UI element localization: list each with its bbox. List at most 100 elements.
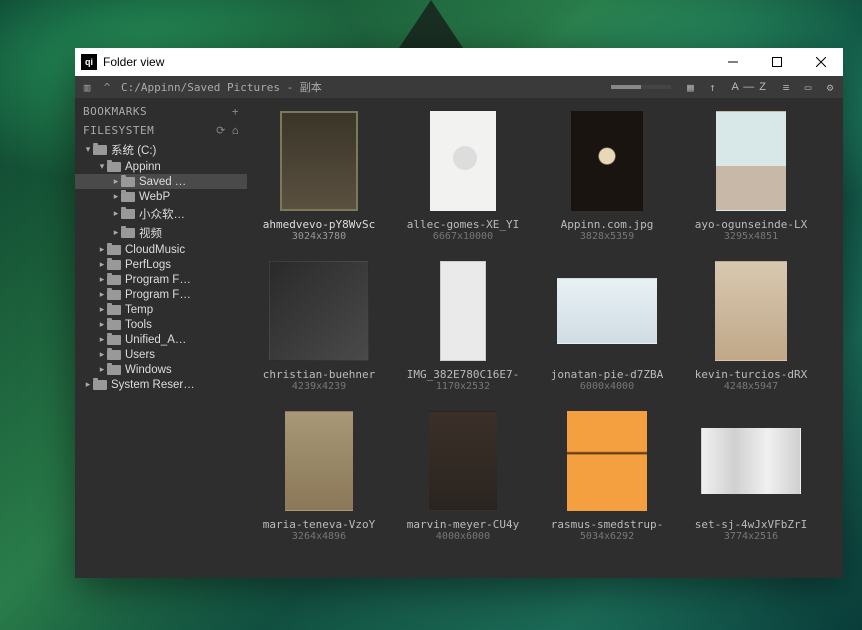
expand-arrow-icon[interactable]: ▸: [97, 334, 107, 345]
thumbnail-image: [429, 411, 497, 511]
sort-mode-label[interactable]: A — Z: [725, 81, 773, 93]
add-bookmark-icon[interactable]: +: [232, 105, 239, 118]
up-directory-icon[interactable]: ^: [99, 81, 115, 94]
thumbnail-item[interactable]: allec-gomes-XE_YI6667x10000: [399, 106, 527, 242]
sidebar-toggle-icon[interactable]: ▥: [79, 81, 95, 94]
folder-icon: [107, 320, 121, 330]
thumbnail-item[interactable]: rasmus-smedstrup-5034x6292: [543, 406, 671, 542]
tree-row[interactable]: ▸ WebP: [75, 189, 247, 204]
tree-row[interactable]: ▸Program F…: [75, 272, 247, 287]
expand-arrow-icon[interactable]: ▸: [111, 176, 121, 187]
file-dimensions: 3774x2516: [724, 531, 778, 542]
picture-icon[interactable]: ▭: [799, 81, 817, 94]
filter-icon[interactable]: ≡: [777, 81, 795, 94]
home-icon[interactable]: ⌂: [232, 124, 239, 137]
expand-arrow-icon[interactable]: ▸: [97, 319, 107, 330]
maximize-button[interactable]: [755, 48, 799, 76]
expand-arrow-icon[interactable]: ▸: [97, 244, 107, 255]
tree-item-label: WebP: [139, 191, 170, 203]
file-name: jonatan-pie-d7ZBA: [551, 368, 664, 381]
thumbnail-item[interactable]: ayo-ogunseinde-LX3295x4851: [687, 106, 815, 242]
expand-arrow-icon[interactable]: ▸: [97, 364, 107, 375]
file-dimensions: 1170x2532: [436, 381, 490, 392]
thumbnail-item[interactable]: Appinn.com.jpg3828x5359: [543, 106, 671, 242]
file-name: ayo-ogunseinde-LX: [695, 218, 808, 231]
thumbnail-item[interactable]: maria-teneva-VzoY3264x4896: [255, 406, 383, 542]
expand-arrow-icon[interactable]: ▾: [83, 144, 93, 155]
tree-item-label: Saved …: [139, 176, 186, 188]
file-dimensions: 3264x4896: [292, 531, 346, 542]
thumbnail-item[interactable]: set-sj-4wJxVFbZrI3774x2516: [687, 406, 815, 542]
expand-arrow-icon[interactable]: ▸: [111, 208, 121, 219]
thumbnail-grid: ahmedvevo-pY8WvSc3024x3780allec-gomes-XE…: [255, 106, 835, 542]
tree-item-label: PerfLogs: [125, 259, 171, 271]
tree-row[interactable]: ▸Unified_A…: [75, 332, 247, 347]
close-icon: [816, 57, 826, 67]
file-name: marvin-meyer-CU4y: [407, 518, 520, 531]
expand-arrow-icon[interactable]: ▸: [97, 259, 107, 270]
file-name: Appinn.com.jpg: [561, 218, 654, 231]
expand-arrow-icon[interactable]: ▾: [97, 161, 107, 172]
thumbnail-item[interactable]: ahmedvevo-pY8WvSc3024x3780: [255, 106, 383, 242]
thumbnail-item[interactable]: marvin-meyer-CU4y4000x6000: [399, 406, 527, 542]
tree-row[interactable]: ▾Appinn: [75, 159, 247, 174]
current-path[interactable]: C:/Appinn/Saved Pictures - 副本: [121, 79, 322, 95]
tree-row[interactable]: ▸CloudMusic: [75, 242, 247, 257]
expand-arrow-icon[interactable]: ▸: [97, 304, 107, 315]
file-dimensions: 6667x10000: [433, 231, 493, 242]
thumbnail-pane[interactable]: ahmedvevo-pY8WvSc3024x3780allec-gomes-XE…: [247, 98, 843, 578]
tree-row[interactable]: ▸ Users: [75, 347, 247, 362]
thumbnail-image: [285, 411, 353, 511]
expand-arrow-icon[interactable]: ▸: [111, 227, 121, 238]
tree-row[interactable]: ▸Program F…: [75, 287, 247, 302]
filesystem-header[interactable]: FILESYSTEM ⟳ ⌂: [75, 121, 247, 140]
minimize-icon: [728, 57, 738, 67]
tree-row[interactable]: ▸ Temp: [75, 302, 247, 317]
file-dimensions: 4239x4239: [292, 381, 346, 392]
expand-arrow-icon[interactable]: ▸: [111, 191, 121, 202]
thumbnail-item[interactable]: jonatan-pie-d7ZBA6000x4000: [543, 256, 671, 392]
tree-row[interactable]: ▸小众软…: [75, 204, 247, 223]
tree-row[interactable]: ▸System Reser…: [75, 377, 247, 392]
folder-icon: [121, 209, 135, 219]
thumbnail-image: [701, 428, 801, 494]
tree-item-label: Users: [125, 349, 155, 361]
file-name: christian-buehner: [263, 368, 376, 381]
expand-arrow-icon[interactable]: ▸: [83, 379, 93, 390]
thumbnail-item[interactable]: IMG_382E780C16E7-1170x2532: [399, 256, 527, 392]
titlebar[interactable]: qi Folder view: [75, 48, 843, 76]
path-bar: ▥ ^ C:/Appinn/Saved Pictures - 副本 ▦ ↑ A …: [75, 76, 843, 98]
thumbnail-item[interactable]: kevin-turcios-dRX4248x5947: [687, 256, 815, 392]
expand-arrow-icon[interactable]: ▸: [97, 349, 107, 360]
tree-row[interactable]: ▾系统 (C:): [75, 140, 247, 159]
folder-icon: [107, 305, 121, 315]
expand-arrow-icon[interactable]: ▸: [97, 289, 107, 300]
folder-tree: ▾系统 (C:)▾Appinn ▸ Saved … ▸ WebP▸小众软…▸视频▸Clo…: [75, 140, 247, 392]
filesystem-label: FILESYSTEM: [83, 124, 154, 137]
thumbnail-image: [571, 111, 643, 211]
sort-asc-icon[interactable]: ↑: [703, 81, 721, 94]
tree-item-label: Temp: [125, 304, 153, 316]
tree-row[interactable]: ▸Tools: [75, 317, 247, 332]
zoom-slider[interactable]: [611, 85, 671, 89]
file-name: maria-teneva-VzoY: [263, 518, 376, 531]
expand-arrow-icon[interactable]: ▸: [97, 274, 107, 285]
thumbnail-image: [280, 111, 358, 211]
settings-icon[interactable]: ⚙: [821, 81, 839, 94]
tree-row[interactable]: ▸ PerfLogs: [75, 257, 247, 272]
file-name: rasmus-smedstrup-: [551, 518, 664, 531]
folder-icon: [107, 275, 121, 285]
close-button[interactable]: [799, 48, 843, 76]
tree-row[interactable]: ▸视频: [75, 223, 247, 242]
thumbnail-item[interactable]: christian-buehner4239x4239: [255, 256, 383, 392]
file-dimensions: 3024x3780: [292, 231, 346, 242]
tree-row[interactable]: ▸ Saved …: [75, 174, 247, 189]
folder-icon: [107, 260, 121, 270]
file-dimensions: 4000x6000: [436, 531, 490, 542]
tree-row[interactable]: ▸Windows: [75, 362, 247, 377]
thumbnail-image: [269, 261, 369, 361]
bookmarks-header[interactable]: BOOKMARKS +: [75, 102, 247, 121]
minimize-button[interactable]: [711, 48, 755, 76]
grid-view-icon[interactable]: ▦: [681, 81, 699, 94]
refresh-icon[interactable]: ⟳: [216, 124, 226, 137]
